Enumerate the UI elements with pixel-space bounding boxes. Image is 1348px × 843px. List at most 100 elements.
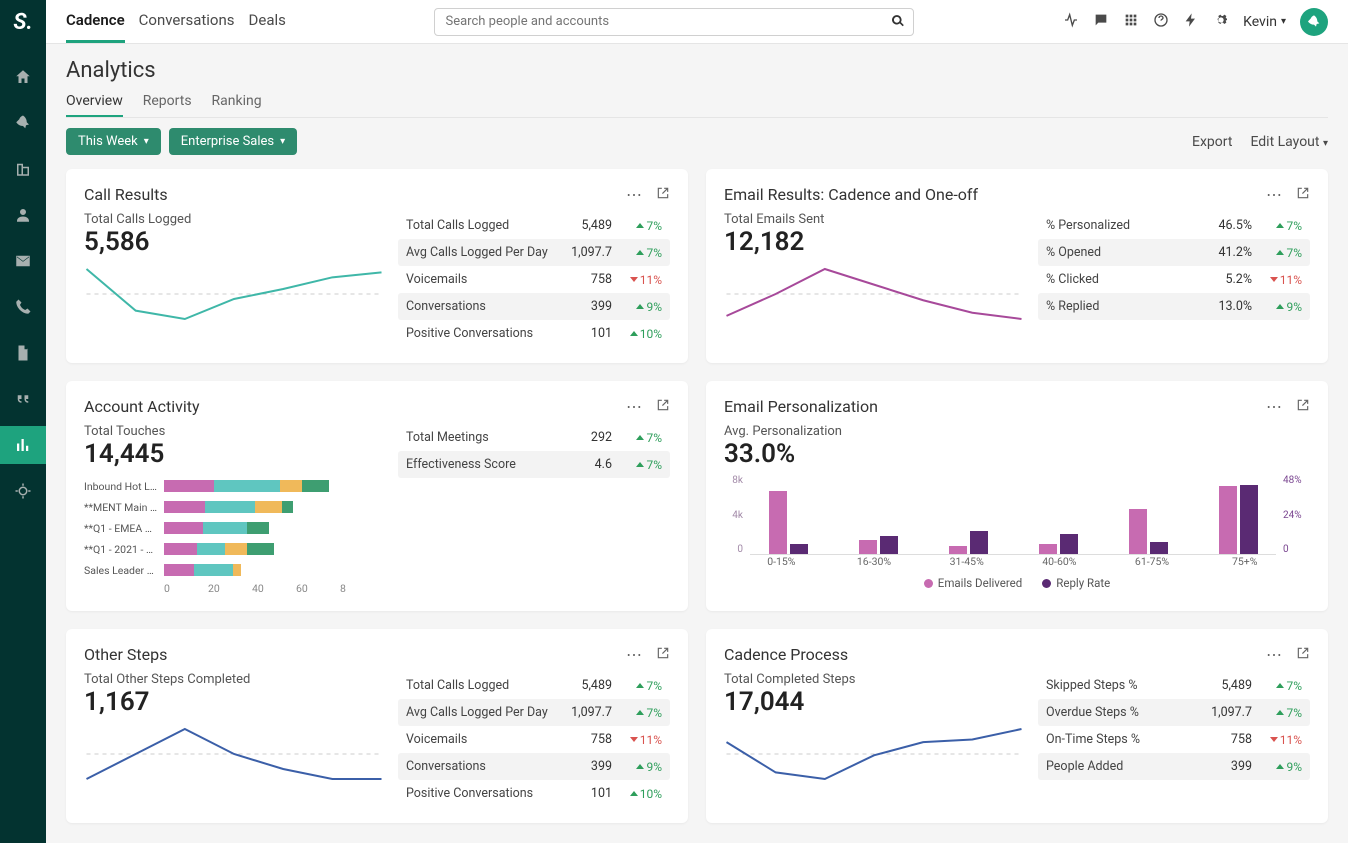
metric-value: 1,167 xyxy=(84,687,384,717)
stat-value: 292 xyxy=(552,430,612,445)
hbar-label: **MENT Main P... xyxy=(84,501,164,514)
hbar-label: Inbound Hot Le... xyxy=(84,480,164,493)
chevron-down-icon: ▾ xyxy=(280,136,285,147)
help-icon[interactable] xyxy=(1153,12,1169,32)
app-logo[interactable]: S. xyxy=(9,8,37,36)
stat-row: Voicemails 758 11% xyxy=(398,266,670,293)
popout-icon[interactable] xyxy=(656,185,670,204)
stat-label: Conversations xyxy=(406,299,552,314)
activity-icon[interactable] xyxy=(1063,12,1079,32)
card-title: Cadence Process xyxy=(724,645,848,664)
hbar-row: **Q1 - EMEA SMB xyxy=(84,519,384,537)
stat-row: Total Calls Logged 5,489 7% xyxy=(398,212,670,239)
metric-label: Total Emails Sent xyxy=(724,212,1024,227)
page-title: Analytics xyxy=(66,58,1328,83)
stat-delta: 7% xyxy=(1252,679,1302,693)
subtab-overview[interactable]: Overview xyxy=(66,87,123,117)
metric-value: 17,044 xyxy=(724,687,1024,717)
metric-label: Total Completed Steps xyxy=(724,672,1024,687)
nav-file[interactable] xyxy=(0,334,46,372)
settings-icon[interactable] xyxy=(1213,12,1229,32)
tab-cadence[interactable]: Cadence xyxy=(66,0,125,43)
tab-conversations[interactable]: Conversations xyxy=(139,0,235,43)
more-icon[interactable]: ⋯ xyxy=(626,185,642,204)
more-icon[interactable]: ⋯ xyxy=(626,397,642,416)
hbar-chart: Inbound Hot Le... **MENT Main P... **Q1 … xyxy=(84,477,384,595)
card-title: Email Results: Cadence and One-off xyxy=(724,185,978,204)
sidebar: S. xyxy=(0,0,46,843)
nav-home[interactable] xyxy=(0,58,46,96)
stat-label: Total Calls Logged xyxy=(406,678,552,693)
card-title: Other Steps xyxy=(84,645,167,664)
card-account-activity: Account Activity ⋯ Total Touches 14,445 … xyxy=(66,381,688,611)
avatar[interactable] xyxy=(1300,8,1328,36)
stat-value: 1,097.7 xyxy=(1192,705,1252,720)
stat-delta: 11% xyxy=(1252,733,1302,747)
card-email-personalization: Email Personalization ⋯ Avg. Personaliza… xyxy=(706,381,1328,611)
vbar-group xyxy=(1200,485,1276,554)
vbar-group xyxy=(1020,534,1096,554)
more-icon[interactable]: ⋯ xyxy=(1266,645,1282,664)
edit-layout-button[interactable]: Edit Layout ▾ xyxy=(1250,134,1328,150)
chevron-down-icon: ▾ xyxy=(1281,16,1286,27)
filter-team[interactable]: Enterprise Sales▾ xyxy=(169,128,297,155)
metric-value: 5,586 xyxy=(84,227,384,257)
nav-mail[interactable] xyxy=(0,242,46,280)
stat-delta: 10% xyxy=(612,787,662,801)
nav-analytics[interactable] xyxy=(0,426,46,464)
more-icon[interactable]: ⋯ xyxy=(626,645,642,664)
nav-person[interactable] xyxy=(0,196,46,234)
legend-item: Reply Rate xyxy=(1042,576,1110,590)
nav-quote[interactable] xyxy=(0,380,46,418)
stat-value: 5,489 xyxy=(1192,678,1252,693)
stat-row: Positive Conversations 101 10% xyxy=(398,780,670,807)
hbar-label: Sales Leader C... xyxy=(84,564,164,577)
nav-phone[interactable] xyxy=(0,288,46,326)
stat-label: Skipped Steps % xyxy=(1046,678,1192,693)
hbar-row: Inbound Hot Le... xyxy=(84,477,384,495)
stat-delta: 11% xyxy=(612,733,662,747)
card-title: Call Results xyxy=(84,185,168,204)
stat-delta: 9% xyxy=(1252,760,1302,774)
stat-row: Positive Conversations 101 10% xyxy=(398,320,670,347)
nav-rocket[interactable] xyxy=(0,104,46,142)
popout-icon[interactable] xyxy=(1296,185,1310,204)
subtab-ranking[interactable]: Ranking xyxy=(212,87,262,117)
stat-value: 46.5% xyxy=(1192,218,1252,233)
stat-row: Conversations 399 9% xyxy=(398,293,670,320)
popout-icon[interactable] xyxy=(1296,397,1310,416)
stat-value: 5,489 xyxy=(552,678,612,693)
popout-icon[interactable] xyxy=(656,397,670,416)
stat-value: 41.2% xyxy=(1192,245,1252,260)
metric-label: Avg. Personalization xyxy=(724,424,1310,439)
nav-target[interactable] xyxy=(0,472,46,510)
global-search[interactable] xyxy=(434,8,914,36)
chat-icon[interactable] xyxy=(1093,12,1109,32)
stat-value: 758 xyxy=(552,272,612,287)
metric-label: Total Other Steps Completed xyxy=(84,672,384,687)
stat-label: % Replied xyxy=(1046,299,1192,314)
stat-delta: 7% xyxy=(612,458,662,472)
subtab-reports[interactable]: Reports xyxy=(143,87,192,117)
metric-label: Total Touches xyxy=(84,424,384,439)
filter-time[interactable]: This Week▾ xyxy=(66,128,161,155)
apps-icon[interactable] xyxy=(1123,12,1139,32)
export-button[interactable]: Export xyxy=(1192,134,1232,150)
legend-item: Emails Delivered xyxy=(924,576,1022,590)
stat-delta: 7% xyxy=(1252,246,1302,260)
more-icon[interactable]: ⋯ xyxy=(1266,185,1282,204)
bolt-icon[interactable] xyxy=(1183,12,1199,32)
stat-value: 399 xyxy=(1192,759,1252,774)
search-input[interactable] xyxy=(445,9,903,35)
hbar-row: **Q1 - 2021 - S... xyxy=(84,540,384,558)
stat-row: % Clicked 5.2% 11% xyxy=(1038,266,1310,293)
topbar: Cadence Conversations Deals Kevin▾ xyxy=(46,0,1348,44)
user-menu[interactable]: Kevin▾ xyxy=(1243,14,1286,30)
nav-building[interactable] xyxy=(0,150,46,188)
tab-deals[interactable]: Deals xyxy=(249,0,286,43)
popout-icon[interactable] xyxy=(656,645,670,664)
stat-row: Skipped Steps % 5,489 7% xyxy=(1038,672,1310,699)
popout-icon[interactable] xyxy=(1296,645,1310,664)
more-icon[interactable]: ⋯ xyxy=(1266,397,1282,416)
vbar-group xyxy=(930,531,1006,554)
